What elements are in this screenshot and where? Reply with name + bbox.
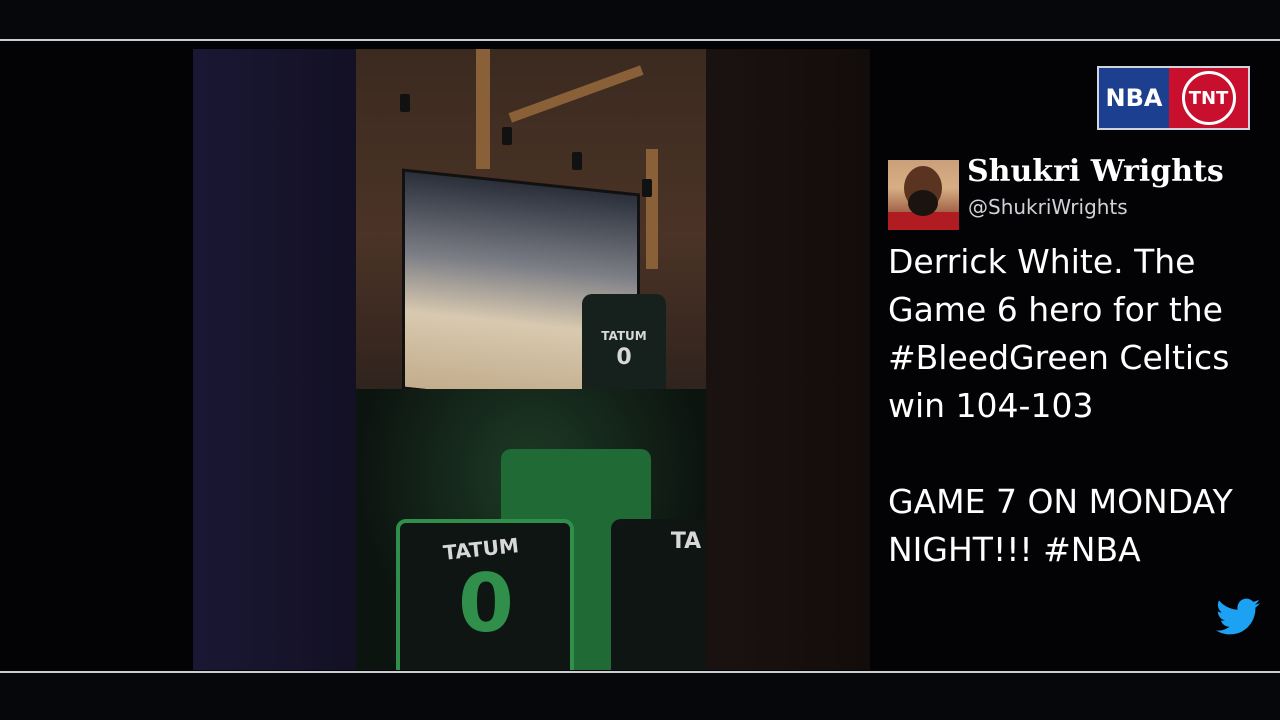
avatar	[888, 160, 959, 230]
frame-bottom-line	[0, 671, 1280, 673]
tnt-logo-text: TNT	[1181, 71, 1236, 125]
ceiling-beam	[646, 149, 658, 269]
jersey-name: TATUM	[601, 329, 647, 343]
tweet-author-name: Shukri Wrights	[967, 154, 1224, 189]
track-light	[642, 179, 652, 197]
jersey-number: 0	[616, 345, 632, 370]
ceiling-beam	[476, 49, 490, 169]
nba-logo-text: NBA	[1105, 84, 1163, 112]
track-light	[502, 127, 512, 145]
tweet-text: Derrick White. The Game 6 hero for the #…	[888, 242, 1233, 569]
avatar-beard	[908, 190, 938, 216]
fan-video: TATUM 0 TATUM 0 TA	[356, 49, 706, 670]
track-light	[572, 152, 582, 170]
twitter-bird-icon	[1216, 598, 1260, 635]
ceiling-beam	[508, 65, 644, 123]
track-light	[400, 94, 410, 112]
tweet-author-handle: @ShukriWrights	[968, 195, 1128, 219]
nba-on-tnt-logo: NBA TNT	[1097, 66, 1250, 130]
jersey-name: TA	[670, 529, 702, 554]
jersey-number: 0	[458, 557, 514, 650]
